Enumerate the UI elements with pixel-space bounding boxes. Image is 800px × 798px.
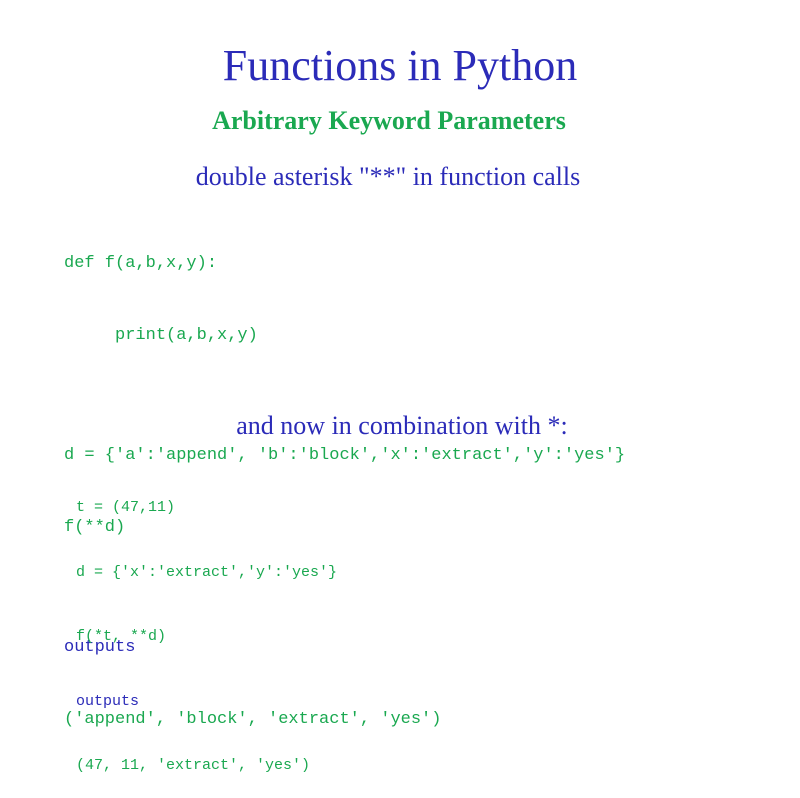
code-block-combination: t = (47,11) d = {'x':'extract','y':'yes'… <box>76 454 337 798</box>
code-line: d = {'x':'extract','y':'yes'} <box>76 563 338 581</box>
slide-title: Functions in Python <box>222 41 578 90</box>
code-line-output: (47, 11, 'extract', 'yes') <box>76 757 311 774</box>
code-line-outputs-label: outputs <box>76 692 140 710</box>
code-line: print(a,b,x,y) <box>64 326 258 345</box>
section-heading-double-asterisk: double asterisk "**" in function calls <box>195 162 581 191</box>
code-line: t = (47,11) <box>76 499 176 516</box>
section-heading-combination: and now in combination with *: <box>236 411 568 440</box>
code-line: def f(a,b,x,y): <box>64 254 218 273</box>
code-line: f(*t, **d) <box>76 628 167 645</box>
slide-subtitle: Arbitrary Keyword Parameters <box>212 106 566 135</box>
